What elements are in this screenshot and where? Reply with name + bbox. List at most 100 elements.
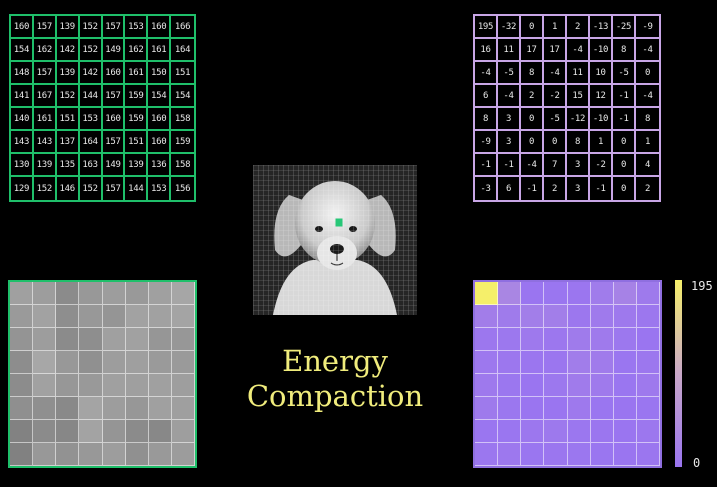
coefficient-tile [636, 397, 660, 420]
value-cell: -2 [544, 85, 567, 108]
value-cell: -5 [613, 62, 636, 85]
value-cell: -4 [544, 62, 567, 85]
value-cell: 142 [79, 62, 103, 85]
coefficient-tile [475, 397, 499, 420]
pixel-tile [10, 443, 34, 466]
value-cell: 153 [148, 177, 172, 200]
value-cell: 135 [56, 154, 80, 177]
coefficient-tile [521, 374, 545, 397]
value-cell: -4 [636, 39, 659, 62]
value-cell: 6 [498, 177, 521, 200]
coefficient-tile [498, 443, 522, 466]
coefficient-tile [567, 397, 591, 420]
pixel-tile [56, 328, 80, 351]
pixel-tile [171, 420, 195, 443]
pixel-tile [125, 305, 149, 328]
pixel-tile [33, 374, 57, 397]
value-cell: 0 [636, 62, 659, 85]
value-cell: 15 [567, 85, 590, 108]
puppy-image [253, 165, 417, 315]
value-cell: 142 [56, 39, 80, 62]
value-cell: 160 [102, 62, 126, 85]
value-cell: 162 [33, 39, 57, 62]
coefficient-tile [544, 374, 568, 397]
value-cell: -25 [613, 16, 636, 39]
value-cell: -1 [613, 85, 636, 108]
value-cell: 2 [567, 16, 590, 39]
pixel-tile [102, 397, 126, 420]
value-cell: -32 [498, 16, 521, 39]
value-cell: -3 [475, 177, 498, 200]
coefficient-tile [544, 305, 568, 328]
pixel-tile [148, 305, 172, 328]
value-cell: 139 [125, 154, 149, 177]
value-cell: 1 [636, 131, 659, 154]
value-cell: 160 [148, 131, 172, 154]
value-cell: 136 [148, 154, 172, 177]
value-cell: -12 [567, 108, 590, 131]
value-cell: -1 [613, 108, 636, 131]
title: Energy Compaction [230, 344, 440, 414]
pixel-tile [79, 282, 103, 305]
pixel-tile [79, 351, 103, 374]
coefficient-tile [521, 397, 545, 420]
dct-heatmap-grid [473, 280, 662, 468]
pixel-tile [10, 328, 34, 351]
coefficient-tile [590, 328, 614, 351]
coefficient-tile [544, 397, 568, 420]
value-cell: 159 [125, 108, 149, 131]
pixel-tile [148, 351, 172, 374]
pixel-tile [102, 374, 126, 397]
value-cell: 154 [11, 39, 34, 62]
pixel-tile [148, 328, 172, 351]
coefficient-tile [590, 351, 614, 374]
value-cell: 0 [521, 131, 544, 154]
value-cell: 152 [79, 39, 103, 62]
value-cell: -4 [567, 39, 590, 62]
value-cell: 140 [11, 108, 34, 131]
coefficient-tile [475, 351, 499, 374]
coefficient-tile [613, 443, 637, 466]
value-cell: 156 [174, 183, 191, 194]
pixel-tile [148, 282, 172, 305]
value-cell: 151 [56, 108, 80, 131]
value-cell: -9 [475, 131, 498, 154]
pixel-tile [56, 374, 80, 397]
value-cell: 160 [148, 108, 172, 131]
coefficient-tile [613, 351, 637, 374]
pixel-tile [171, 397, 195, 420]
coefficient-tile [567, 282, 591, 305]
coefficient-tile [475, 282, 499, 305]
value-cell: -1 [590, 177, 613, 200]
coefficient-tile [475, 443, 499, 466]
pixel-tile [56, 282, 80, 305]
pixel-tile [79, 397, 103, 420]
value-cell: 166 [171, 16, 194, 39]
value-cell: 0 [613, 131, 636, 154]
value-cell: -2 [590, 154, 613, 177]
coefficient-tile [567, 351, 591, 374]
coefficient-tile [636, 420, 660, 443]
value-cell: -10 [590, 108, 613, 131]
coefficient-tile [590, 282, 614, 305]
coefficient-tile [544, 282, 568, 305]
pixel-tile [171, 374, 195, 397]
puppy-illustration [253, 165, 417, 315]
value-cell: 164 [171, 39, 194, 62]
value-cell: 4 [636, 154, 659, 177]
value-cell: 2 [521, 85, 544, 108]
value-cell: 3 [498, 108, 521, 131]
coefficient-tile [475, 328, 499, 351]
pixel-tile [10, 351, 34, 374]
pixel-values-grid: 160 157 139 152 157 153 160 166 154 162 142 152 149 1… [9, 14, 196, 202]
pixel-tile [125, 282, 149, 305]
coefficient-tile [567, 420, 591, 443]
value-cell: 1 [590, 131, 613, 154]
value-cell: 0 [544, 131, 567, 154]
value-cell: 158 [171, 154, 194, 177]
pixel-tile [56, 397, 80, 420]
value-cell: 8 [521, 62, 544, 85]
value-cell: 139 [56, 62, 80, 85]
value-cell: -5 [498, 62, 521, 85]
pixel-tile [102, 443, 126, 466]
